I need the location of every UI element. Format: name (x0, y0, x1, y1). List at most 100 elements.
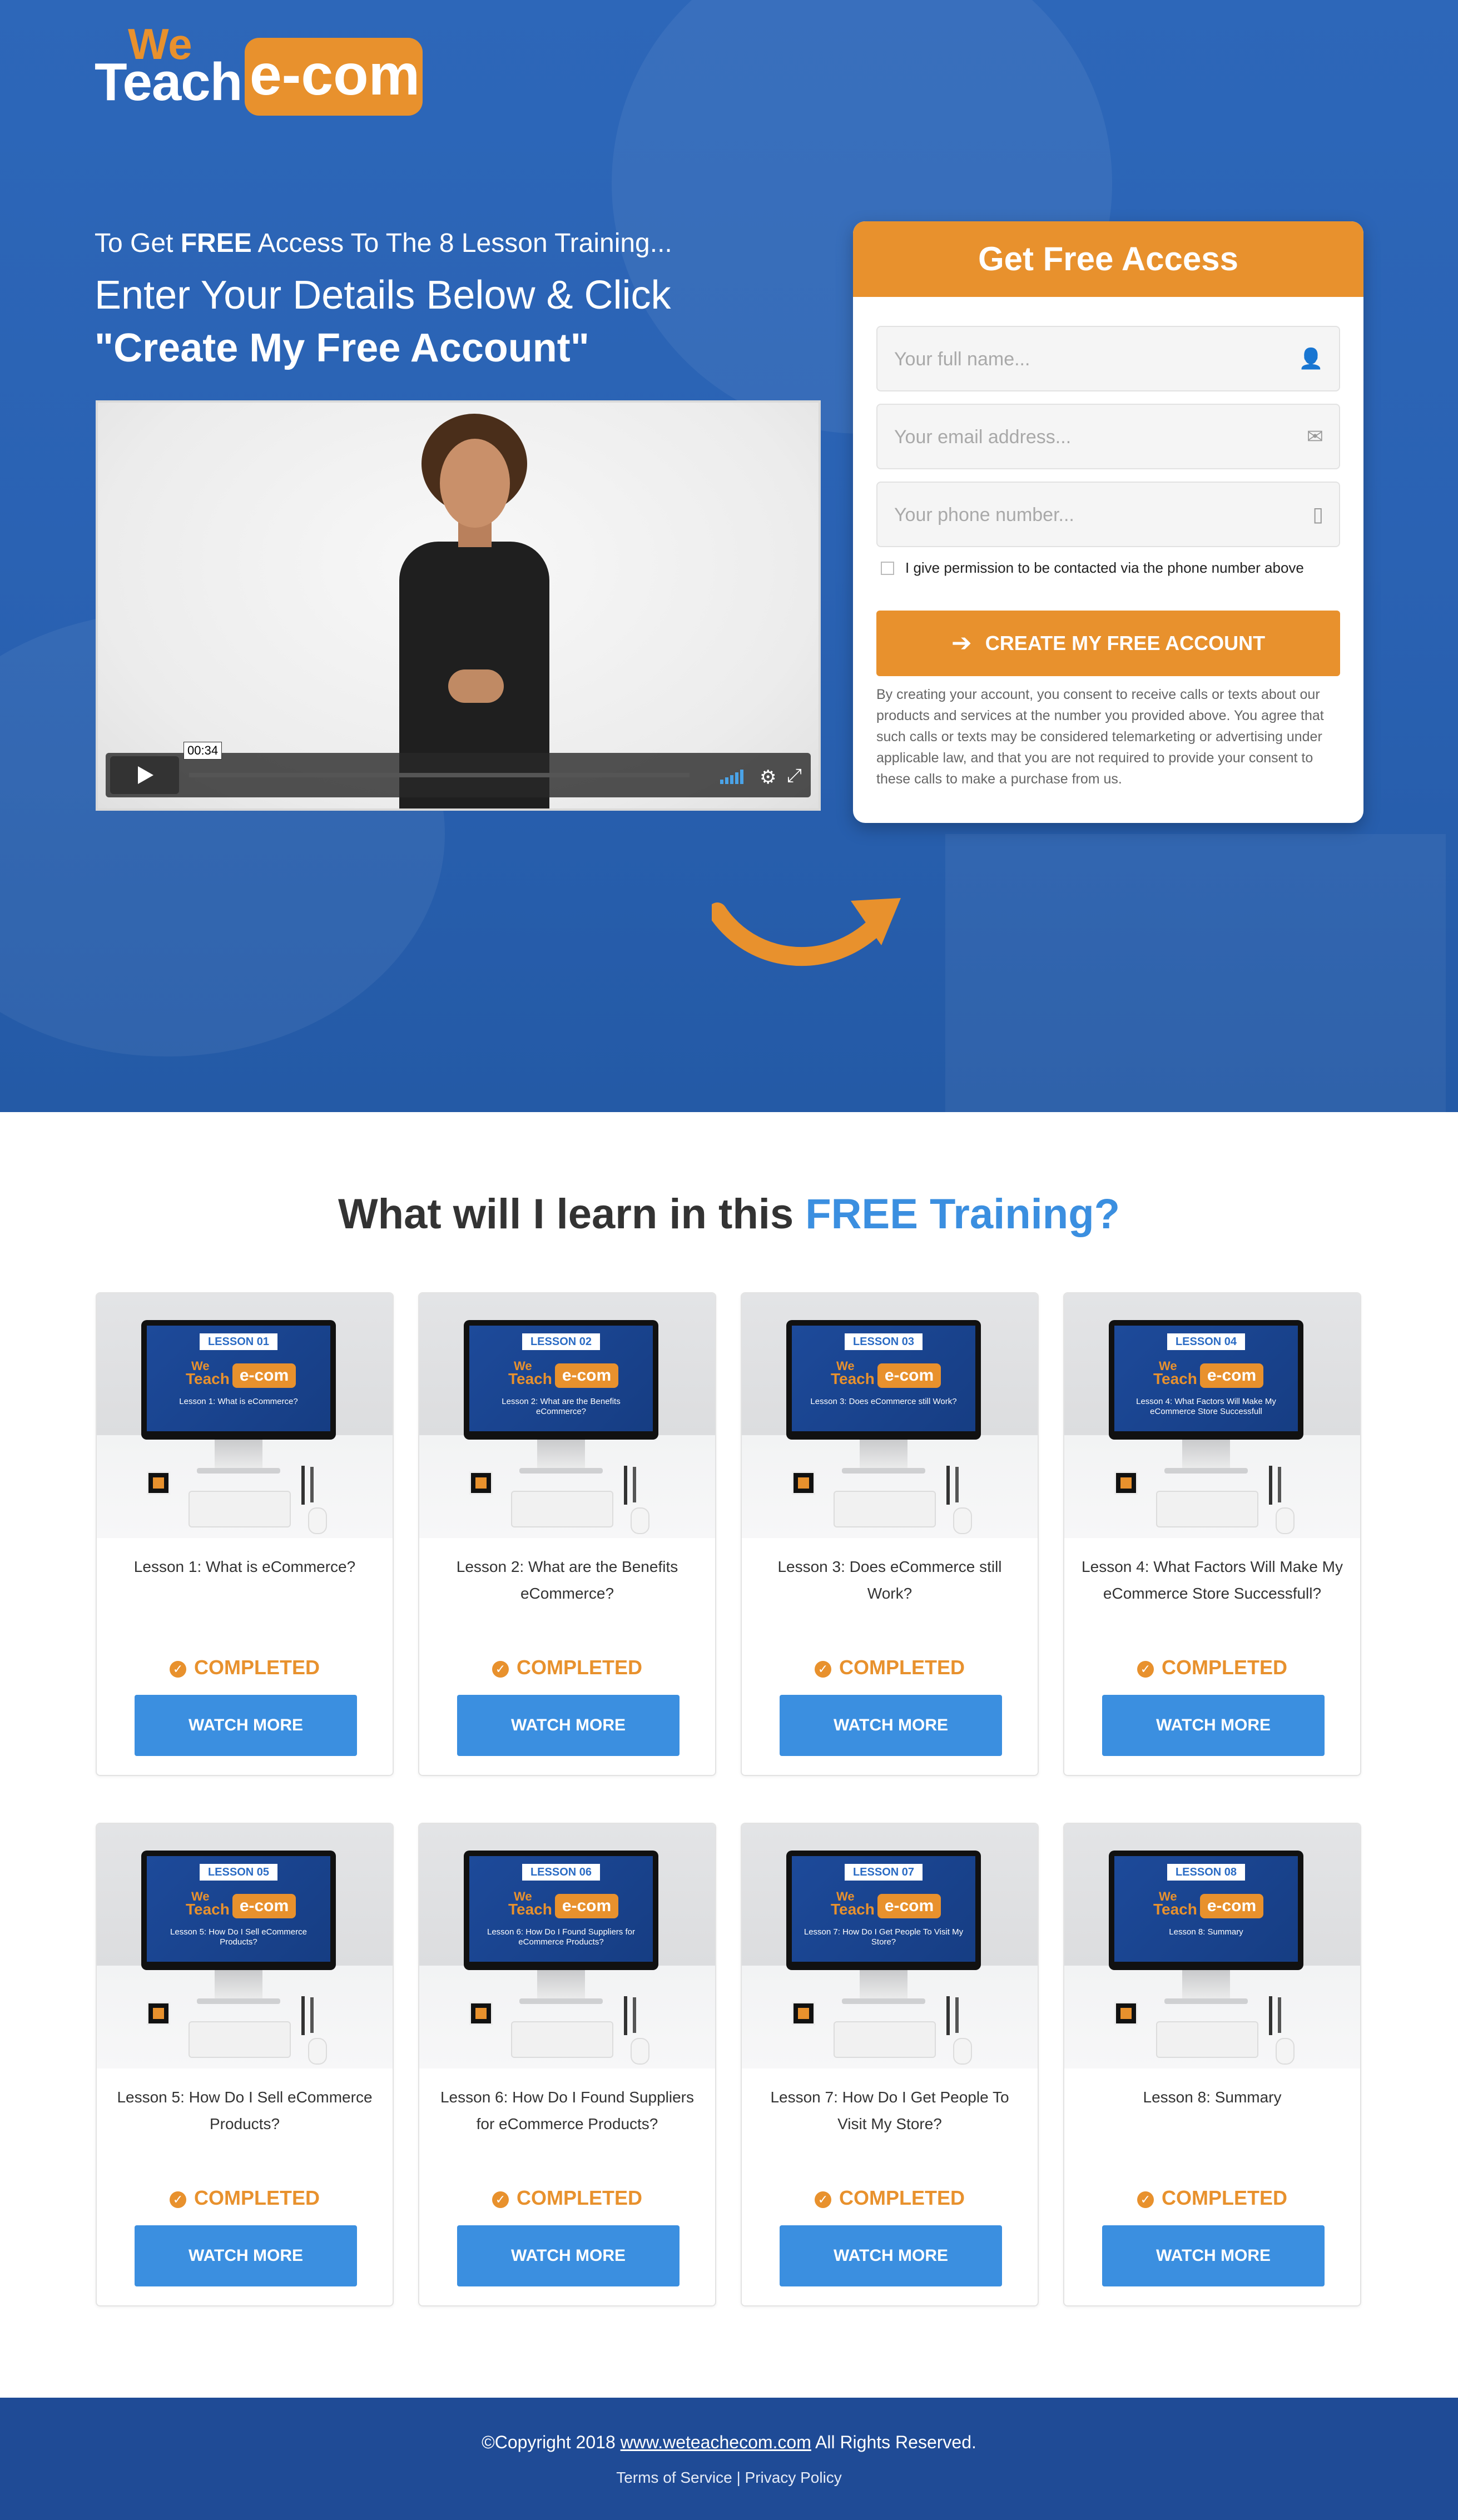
signup-form: Get Free Access 👤 ✉ ▯ I give permission … (853, 221, 1363, 823)
lesson-title: Lesson 2: What are the Benefits eCommerc… (456, 1558, 678, 1602)
completed-status: ✓ COMPLETED (419, 1656, 715, 1679)
lesson-tag: LESSON 01 (200, 1333, 277, 1350)
hero-intro-line: To Get FREE Access To The 8 Lesson Train… (95, 229, 672, 258)
play-icon (138, 766, 153, 784)
video-progress-bar[interactable] (189, 773, 690, 777)
consent-disclaimer: By creating your account, you consent to… (876, 687, 1324, 787)
screen-caption: Lesson 6: How Do I Found Suppliers for e… (487, 1927, 635, 1947)
video-player[interactable]: 00:34 ⚙ ⤢ (96, 400, 821, 811)
email-input[interactable] (893, 405, 1307, 469)
completed-status: ✓ COMPLETED (1064, 2186, 1360, 2210)
lesson-thumbnail[interactable]: LESSON 08 We Teach e-com Lesson 8: Summary (1064, 1824, 1360, 2068)
lesson-tag: LESSON 03 (845, 1333, 923, 1350)
check-circle-icon: ✓ (1137, 1661, 1154, 1678)
watch-more-button[interactable]: WATCH MORE (1102, 1695, 1325, 1756)
check-circle-icon: ✓ (1137, 2191, 1154, 2208)
watch-more-button[interactable]: WATCH MORE (1102, 2225, 1325, 2286)
lesson-card: LESSON 03 We Teach e-com Lesson 3: Does eC… (741, 1292, 1039, 1776)
lessons-heading: What will I learn in this FREE Training? (338, 1190, 1120, 1238)
lesson-thumbnail[interactable]: LESSON 03 We Teach e-com Lesson 3: Does eC… (742, 1293, 1038, 1538)
mini-logo: We Teach e-com (831, 1359, 942, 1392)
legal-links: Terms of Service | Privacy Policy (616, 2469, 842, 2486)
lesson-card: LESSON 06 We Teach e-com Lesson 6: How Do … (418, 1823, 716, 2306)
lesson-tag: LESSON 05 (200, 1864, 277, 1881)
name-input[interactable] (893, 327, 1307, 391)
site-link[interactable]: www.weteachecom.com (621, 2432, 811, 2452)
screen-caption: Lesson 1: What is eCommerce? (179, 1397, 298, 1406)
lesson-tag: LESSON 04 (1167, 1333, 1245, 1350)
watch-more-button[interactable]: WATCH MORE (135, 1695, 357, 1756)
user-icon: 👤 (1298, 347, 1323, 370)
lesson-title: Lesson 7: How Do I Get People To Visit M… (770, 2089, 1009, 2132)
completed-status: ✓ COMPLETED (97, 2186, 393, 2210)
lesson-thumbnail[interactable]: LESSON 07 We Teach e-com Lesson 7: How Do … (742, 1824, 1038, 2068)
completed-status: ✓ COMPLETED (742, 1656, 1038, 1679)
presenter-image (387, 414, 559, 808)
logo-teach: Teach (95, 52, 242, 112)
gear-icon[interactable]: ⚙ (760, 766, 776, 788)
lesson-tag: LESSON 06 (522, 1864, 600, 1881)
lesson-thumbnail[interactable]: LESSON 02 We Teach e-com Lesson 2: What ar… (419, 1293, 715, 1538)
lesson-tag: LESSON 07 (845, 1864, 923, 1881)
phone-input[interactable] (893, 483, 1307, 547)
completed-status: ✓ COMPLETED (97, 1656, 393, 1679)
lesson-card: LESSON 02 We Teach e-com Lesson 2: What ar… (418, 1292, 716, 1776)
volume-icon[interactable] (720, 767, 748, 784)
lesson-title: Lesson 3: Does eCommerce still Work? (777, 1558, 1002, 1602)
watch-more-button[interactable]: WATCH MORE (457, 2225, 680, 2286)
lesson-thumbnail[interactable]: LESSON 04 We Teach e-com Lesson 4: What Fa… (1064, 1293, 1360, 1538)
screen-caption: Lesson 2: What are the Benefits eCommerc… (502, 1397, 621, 1416)
watch-more-button[interactable]: WATCH MORE (135, 2225, 357, 2286)
mini-logo: We Teach e-com (1153, 1889, 1264, 1923)
completed-status: ✓ COMPLETED (1064, 1656, 1360, 1679)
video-timecode: 00:34 (184, 742, 222, 760)
lesson-title: Lesson 6: How Do I Found Suppliers for e… (440, 2089, 695, 2132)
create-account-label: CREATE MY FREE ACCOUNT (985, 632, 1266, 654)
check-circle-icon: ✓ (169, 2191, 186, 2208)
video-controls: 00:34 ⚙ ⤢ (106, 742, 811, 797)
lesson-thumbnail[interactable]: LESSON 01 We Teach e-com Lesson 1: What is… (97, 1293, 393, 1538)
completed-status: ✓ COMPLETED (419, 2186, 715, 2210)
lesson-thumbnail[interactable]: LESSON 06 We Teach e-com Lesson 6: How Do … (419, 1824, 715, 2068)
page: We Teach e-com To Get FREE Access To The… (0, 0, 1458, 2520)
screen-caption: Lesson 7: How Do I Get People To Visit M… (804, 1927, 964, 1947)
mini-logo: We Teach e-com (186, 1359, 297, 1392)
mini-logo: We Teach e-com (1153, 1359, 1264, 1392)
lesson-thumbnail[interactable]: LESSON 05 We Teach e-com Lesson 5: How Do … (97, 1824, 393, 2068)
copyright-text: ©Copyright 2018 www.weteachecom.com All … (482, 2432, 976, 2452)
mini-logo: We Teach e-com (186, 1889, 297, 1923)
watch-more-button[interactable]: WATCH MORE (780, 1695, 1002, 1756)
screen-caption: Lesson 3: Does eCommerce still Work? (810, 1397, 957, 1406)
lesson-title: Lesson 8: Summary (1143, 2089, 1282, 2106)
lesson-title: Lesson 5: How Do I Sell eCommerce Produc… (117, 2089, 373, 2132)
background-decoration (945, 834, 1446, 1112)
lesson-card: LESSON 07 We Teach e-com Lesson 7: How Do … (741, 1823, 1039, 2306)
email-field[interactable]: ✉ (876, 404, 1340, 469)
logo-ecom: e-com (249, 43, 420, 107)
arrow-right-icon: ➔ (951, 629, 972, 657)
watch-more-button[interactable]: WATCH MORE (457, 1695, 680, 1756)
consent-label[interactable]: I give permission to be contacted via th… (905, 559, 1304, 577)
check-circle-icon: ✓ (492, 2191, 509, 2208)
play-button[interactable] (110, 756, 179, 794)
watch-more-button[interactable]: WATCH MORE (780, 2225, 1002, 2286)
lesson-card: LESSON 01 We Teach e-com Lesson 1: What is… (96, 1292, 394, 1776)
terms-link[interactable]: Terms of Service (616, 2469, 732, 2486)
fullscreen-icon[interactable]: ⤢ (787, 765, 802, 787)
phone-field[interactable]: ▯ (876, 482, 1340, 547)
consent-checkbox[interactable] (881, 562, 894, 575)
create-account-button[interactable]: ➔ CREATE MY FREE ACCOUNT (876, 611, 1340, 676)
screen-caption: Lesson 8: Summary (1169, 1927, 1243, 1937)
name-field[interactable]: 👤 (876, 326, 1340, 391)
lesson-card: LESSON 08 We Teach e-com Lesson 8: Summary… (1063, 1823, 1361, 2306)
lesson-title: Lesson 4: What Factors Will Make My eCom… (1082, 1558, 1343, 1602)
lesson-card: LESSON 04 We Teach e-com Lesson 4: What Fa… (1063, 1292, 1361, 1776)
footer: ©Copyright 2018 www.weteachecom.com All … (0, 2398, 1458, 2520)
form-title: Get Free Access (853, 221, 1363, 297)
completed-status: ✓ COMPLETED (742, 2186, 1038, 2210)
consent-row: I give permission to be contacted via th… (876, 558, 1349, 581)
check-circle-icon: ✓ (169, 1661, 186, 1678)
brand-logo[interactable]: We Teach e-com (95, 22, 423, 117)
privacy-link[interactable]: Privacy Policy (745, 2469, 842, 2486)
envelope-icon: ✉ (1306, 425, 1323, 448)
